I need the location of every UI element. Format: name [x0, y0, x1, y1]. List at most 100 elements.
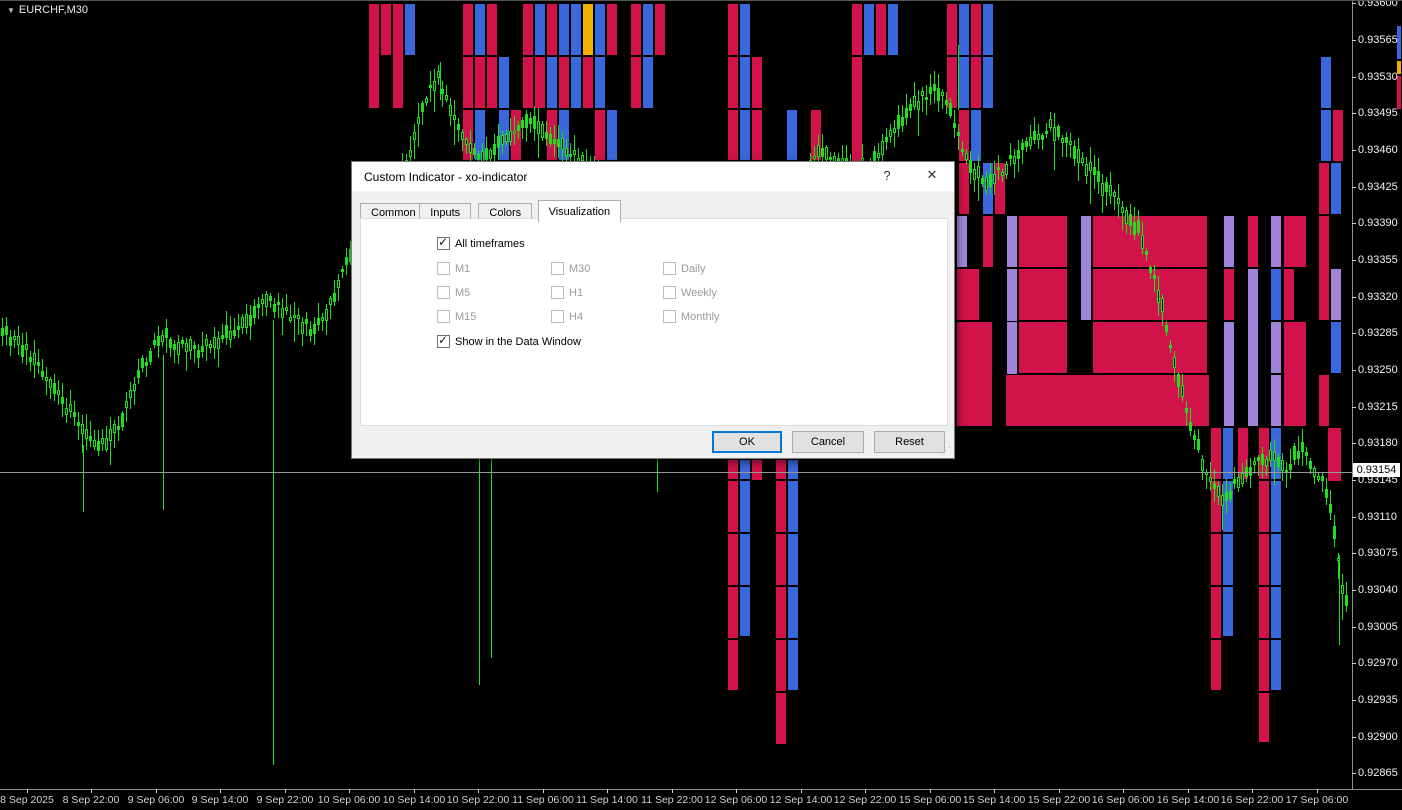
time-tick [27, 789, 28, 793]
candle-body [825, 147, 828, 160]
candle-body [1, 328, 4, 337]
indicator-block [1210, 533, 1222, 586]
candle-wick [1286, 462, 1287, 487]
candle-body [929, 87, 932, 94]
candle-body [941, 92, 944, 96]
time-axis-label: 15 Sep 06:00 [899, 794, 961, 806]
candle-body [89, 436, 92, 441]
candle-wick [46, 367, 47, 396]
indicator-block [654, 3, 666, 56]
resize-grip-icon[interactable]: ⋰ [941, 446, 951, 457]
candle-body [1053, 127, 1056, 141]
candle-body [881, 141, 884, 155]
checkbox-label: Monthly [681, 311, 720, 323]
indicator-block [787, 459, 799, 480]
candle-body [461, 132, 464, 140]
time-tick [1059, 789, 1060, 793]
candle-body [961, 149, 964, 153]
candle-body [1233, 479, 1236, 485]
candle-body [893, 128, 896, 133]
checkbox-box[interactable]: ✓ [437, 237, 450, 250]
candle-body [261, 299, 264, 304]
candle-body [1325, 489, 1328, 498]
price-axis-label: 0.93110 [1358, 511, 1397, 523]
indicator-block [751, 56, 763, 109]
price-tick [1352, 773, 1356, 774]
indicator-block [1006, 215, 1018, 268]
candle-body [13, 336, 16, 341]
candle-body [1101, 183, 1104, 195]
price-axis-label: 0.93425 [1358, 181, 1398, 193]
candle-body [473, 148, 476, 155]
candle-wick [110, 417, 111, 465]
close-icon[interactable]: ✕ [917, 167, 947, 187]
time-tick [994, 789, 995, 793]
candle-body [913, 96, 916, 107]
ok-button[interactable]: OK [712, 431, 782, 453]
candle-body [209, 344, 212, 348]
reset-button[interactable]: Reset [874, 431, 945, 453]
checkbox-box[interactable]: ✓ [437, 335, 450, 348]
price-axis-label: 0.93495 [1358, 107, 1398, 119]
candle-body [1213, 483, 1216, 489]
candle-body [1141, 235, 1144, 249]
candle-body [553, 139, 556, 144]
candle-body [513, 131, 516, 134]
candle-body [521, 120, 524, 128]
candle-body [509, 131, 512, 142]
price-axis-label: 0.93320 [1358, 291, 1398, 303]
candle-body [557, 139, 560, 147]
price-axis-label: 0.93005 [1358, 621, 1398, 633]
dialog-title-bar[interactable]: Custom Indicator - xo-indicator ? ✕ [352, 162, 954, 191]
indicator-block [1247, 215, 1259, 268]
indicator-block [970, 109, 982, 162]
candle-body [1021, 143, 1024, 149]
help-icon[interactable]: ? [875, 168, 899, 186]
candle-body [1229, 491, 1232, 499]
tab-visualization[interactable]: Visualization [538, 200, 622, 222]
indicator-block [606, 109, 618, 161]
candle-body [73, 412, 76, 416]
candle-body [1125, 210, 1128, 224]
candle-body [1201, 459, 1204, 470]
time-tick [1123, 789, 1124, 793]
time-tick [156, 789, 157, 793]
candle-body [113, 424, 116, 432]
indicator-block [751, 459, 763, 481]
candle-wick [222, 324, 223, 343]
candle-body [149, 351, 152, 362]
indicator-block [775, 692, 787, 745]
candle-wick [146, 357, 147, 376]
price-axis-label: 0.93355 [1358, 254, 1398, 266]
price-tick [1352, 627, 1356, 628]
candle-body [189, 339, 192, 351]
candle-body [1077, 149, 1080, 163]
candle-body [1041, 135, 1044, 139]
time-axis-label: 12 Sep 22:00 [834, 794, 896, 806]
candle-body [169, 339, 172, 348]
candle-body [1037, 134, 1040, 140]
price-tick [1352, 333, 1356, 334]
price-axis-label: 0.93565 [1358, 34, 1398, 46]
cancel-button[interactable]: Cancel [792, 431, 864, 453]
check-icon: ✓ [438, 235, 448, 249]
indicator-block [727, 459, 739, 480]
candle-wick [1066, 132, 1067, 157]
candle-body [1321, 476, 1324, 481]
indicator-block [982, 56, 994, 109]
indicator-block [739, 56, 751, 109]
indicator-block [546, 3, 558, 56]
indicator-block [1222, 533, 1234, 586]
candle-body [45, 377, 48, 380]
candle-body [141, 358, 144, 368]
candle-body [901, 117, 904, 127]
candle-body [301, 322, 304, 335]
indicator-block [1258, 480, 1270, 533]
candle-body [117, 426, 120, 430]
candle-body [529, 118, 532, 124]
candle-body [817, 145, 820, 158]
price-tick [1352, 663, 1356, 664]
candle-body [221, 335, 224, 339]
time-axis-label: 17 Sep 06:00 [1286, 794, 1348, 806]
candle-wick [298, 308, 299, 334]
